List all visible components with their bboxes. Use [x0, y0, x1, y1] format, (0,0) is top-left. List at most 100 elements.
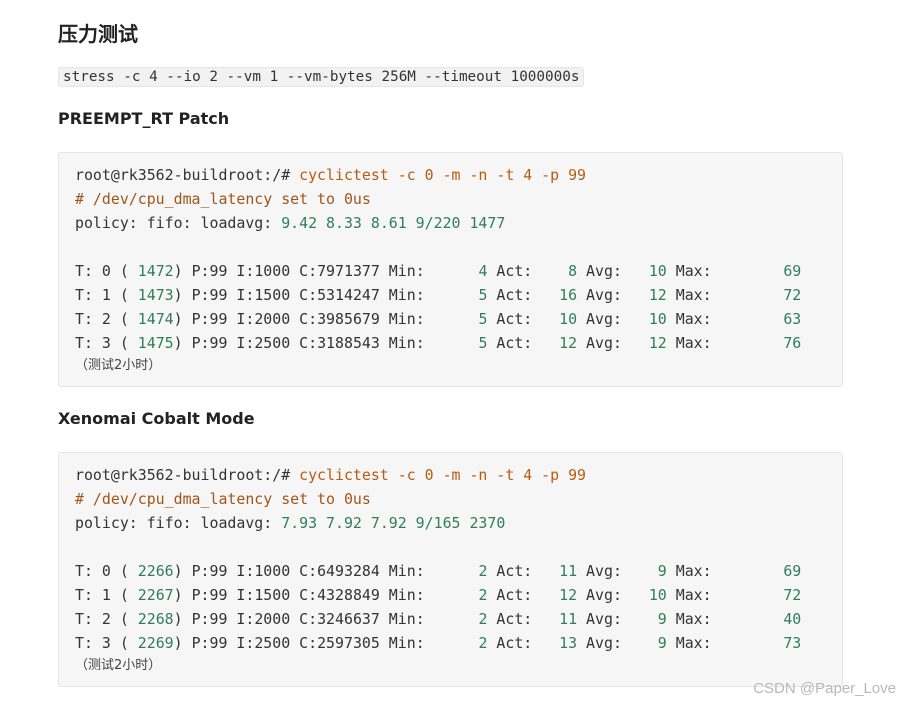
- act-value: 16: [541, 286, 578, 304]
- command-line: root@rk3562-buildroot:/# cyclictest -c 0…: [75, 463, 842, 487]
- avg-value: 10: [630, 310, 667, 328]
- loadavg-values: 9.42 8.33 8.61 9/220 1477: [281, 214, 506, 232]
- thread-params: ) P:99 I:2000 C:3985679 Min:: [173, 310, 479, 328]
- thread-label: T: 1 (: [75, 286, 138, 304]
- act-value: 13: [541, 634, 578, 652]
- thread-label: T: 0 (: [75, 262, 138, 280]
- watermark: CSDN @Paper_Love: [753, 680, 896, 697]
- avg-label: Avg:: [577, 634, 631, 652]
- code-block-xenomai: root@rk3562-buildroot:/# cyclictest -c 0…: [58, 452, 843, 687]
- max-value: 69: [720, 562, 802, 580]
- max-value: 73: [720, 634, 802, 652]
- act-label: Act:: [487, 562, 542, 580]
- max-value: 76: [720, 334, 802, 352]
- test-duration-note: （测试2小时）: [75, 358, 162, 373]
- act-label: Act:: [487, 262, 542, 280]
- act-value: 12: [541, 334, 578, 352]
- thread-params: ) P:99 I:2500 C:3188543 Min:: [173, 334, 479, 352]
- thread-params: ) P:99 I:2500 C:2597305 Min:: [173, 634, 479, 652]
- thread-pid: 2269: [137, 634, 174, 652]
- thread-params: ) P:99 I:1000 C:7971377 Min:: [173, 262, 479, 280]
- comment-text: # /dev/cpu_dma_latency set to 0us: [75, 490, 371, 508]
- thread-label: T: 2 (: [75, 610, 138, 628]
- avg-value: 10: [630, 262, 667, 280]
- command-line: root@rk3562-buildroot:/# cyclictest -c 0…: [75, 163, 842, 187]
- act-label: Act:: [487, 286, 542, 304]
- act-value: 10: [541, 310, 578, 328]
- thread-row: T: 1 ( 1473) P:99 I:1500 C:5314247 Min: …: [75, 283, 842, 307]
- thread-row: T: 1 ( 2267) P:99 I:1500 C:4328849 Min: …: [75, 583, 842, 607]
- avg-value: 12: [630, 334, 667, 352]
- comment-line: # /dev/cpu_dma_latency set to 0us: [75, 487, 842, 511]
- act-value: 11: [541, 562, 578, 580]
- policy-line: policy: fifo: loadavg: 9.42 8.33 8.61 9/…: [75, 211, 842, 235]
- thread-pid: 2268: [137, 610, 174, 628]
- policy-label: policy: fifo: loadavg:: [75, 214, 282, 232]
- act-label: Act:: [487, 586, 542, 604]
- avg-label: Avg:: [577, 562, 631, 580]
- thread-pid: 2267: [137, 586, 174, 604]
- thread-pid: 1474: [137, 310, 174, 328]
- thread-pid: 1472: [137, 262, 174, 280]
- thread-label: T: 3 (: [75, 334, 138, 352]
- code-block-preempt: root@rk3562-buildroot:/# cyclictest -c 0…: [58, 152, 843, 387]
- thread-row: T: 3 ( 2269) P:99 I:2500 C:2597305 Min: …: [75, 631, 842, 655]
- prompt: root@rk3562-buildroot:/#: [75, 166, 300, 184]
- section-heading-xenomai: Xenomai Cobalt Mode: [58, 409, 255, 428]
- thread-label: T: 2 (: [75, 310, 138, 328]
- comment-line: # /dev/cpu_dma_latency set to 0us: [75, 187, 842, 211]
- avg-label: Avg:: [577, 286, 631, 304]
- max-value: 40: [720, 610, 802, 628]
- avg-label: Avg:: [577, 586, 631, 604]
- test-duration-note: （测试2小时）: [75, 658, 162, 673]
- thread-row: T: 2 ( 1474) P:99 I:2000 C:3985679 Min: …: [75, 307, 842, 331]
- section-heading-preempt: PREEMPT_RT Patch: [58, 109, 230, 128]
- avg-value: 10: [630, 586, 667, 604]
- command-text: cyclictest -c 0 -m -n -t 4 -p 99: [299, 166, 587, 184]
- max-label: Max:: [666, 586, 721, 604]
- thread-params: ) P:99 I:1500 C:5314247 Min:: [173, 286, 479, 304]
- max-label: Max:: [666, 334, 721, 352]
- prompt: root@rk3562-buildroot:/#: [75, 466, 300, 484]
- avg-label: Avg:: [577, 262, 631, 280]
- avg-value: 9: [630, 610, 667, 628]
- avg-label: Avg:: [577, 610, 631, 628]
- max-label: Max:: [666, 610, 721, 628]
- avg-label: Avg:: [577, 334, 631, 352]
- policy-label: policy: fifo: loadavg:: [75, 514, 282, 532]
- max-label: Max:: [666, 286, 721, 304]
- thread-params: ) P:99 I:2000 C:3246637 Min:: [173, 610, 479, 628]
- max-value: 69: [720, 262, 802, 280]
- avg-value: 9: [630, 634, 667, 652]
- page-title: 压力测试: [58, 22, 138, 46]
- act-value: 8: [541, 262, 578, 280]
- act-value: 12: [541, 586, 578, 604]
- command-text: cyclictest -c 0 -m -n -t 4 -p 99: [299, 466, 587, 484]
- max-label: Max:: [666, 262, 721, 280]
- max-value: 72: [720, 286, 802, 304]
- act-label: Act:: [487, 610, 542, 628]
- loadavg-values: 7.93 7.92 7.92 9/165 2370: [281, 514, 506, 532]
- comment-text: # /dev/cpu_dma_latency set to 0us: [75, 190, 371, 208]
- stress-command: stress -c 4 --io 2 --vm 1 --vm-bytes 256…: [58, 67, 585, 87]
- thread-pid: 2266: [137, 562, 174, 580]
- avg-value: 9: [630, 562, 667, 580]
- thread-row: T: 0 ( 2266) P:99 I:1000 C:6493284 Min: …: [75, 559, 842, 583]
- max-label: Max:: [666, 310, 721, 328]
- avg-value: 12: [630, 286, 667, 304]
- thread-label: T: 3 (: [75, 634, 138, 652]
- policy-line: policy: fifo: loadavg: 7.93 7.92 7.92 9/…: [75, 511, 842, 535]
- act-label: Act:: [487, 310, 542, 328]
- thread-row: T: 3 ( 1475) P:99 I:2500 C:3188543 Min: …: [75, 331, 842, 355]
- max-value: 72: [720, 586, 802, 604]
- thread-row: T: 0 ( 1472) P:99 I:1000 C:7971377 Min: …: [75, 259, 842, 283]
- act-value: 11: [541, 610, 578, 628]
- thread-pid: 1475: [137, 334, 174, 352]
- max-value: 63: [720, 310, 802, 328]
- act-label: Act:: [487, 334, 542, 352]
- act-label: Act:: [487, 634, 542, 652]
- max-label: Max:: [666, 562, 721, 580]
- thread-row: T: 2 ( 2268) P:99 I:2000 C:3246637 Min: …: [75, 607, 842, 631]
